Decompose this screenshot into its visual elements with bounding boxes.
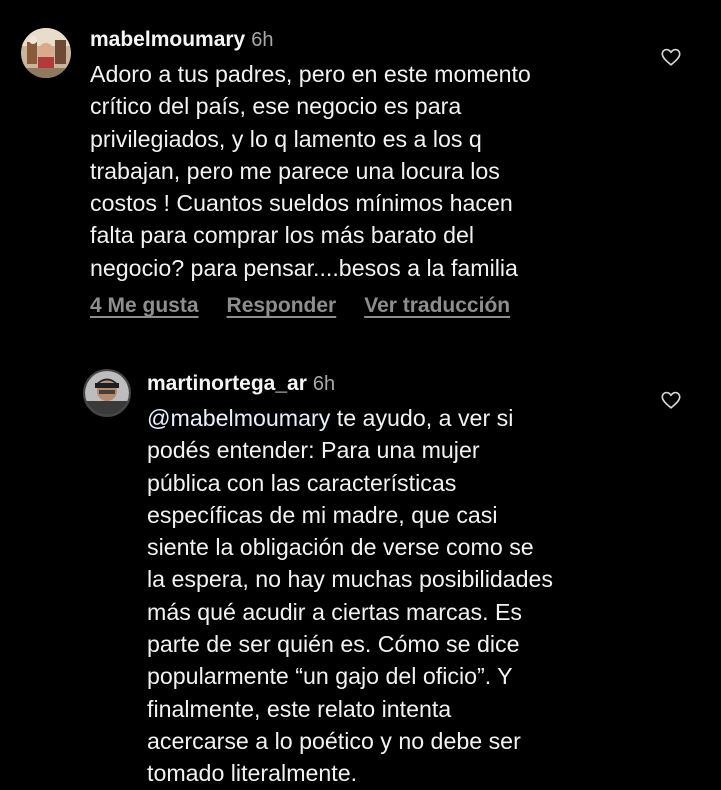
username[interactable]: martinortega_ar	[147, 372, 307, 395]
reply-button[interactable]: Responder	[227, 294, 337, 318]
reply-text: te ayudo, a ver si podés entender: Para …	[147, 405, 554, 787]
heart-outline-icon[interactable]	[660, 389, 682, 411]
comment-actions: 4 Me gusta Responder Ver traducción	[90, 294, 510, 318]
heart-outline-icon[interactable]	[660, 46, 682, 68]
translate-link[interactable]: Ver traducción	[364, 294, 510, 318]
comment-text: @mabelmoumary te ayudo, a ver si podés e…	[147, 402, 667, 790]
timestamp: 6h	[312, 373, 336, 395]
avatar[interactable]	[83, 369, 131, 417]
avatar[interactable]	[21, 28, 71, 78]
comment-text: Adoro a tus padres, pero en este momento…	[90, 61, 531, 281]
username[interactable]: mabelmoumary	[90, 28, 245, 51]
timestamp: 6h	[251, 29, 274, 51]
likes-count-link[interactable]: 4 Me gusta	[90, 294, 199, 318]
mention-link[interactable]: @mabelmoumary	[147, 405, 330, 431]
